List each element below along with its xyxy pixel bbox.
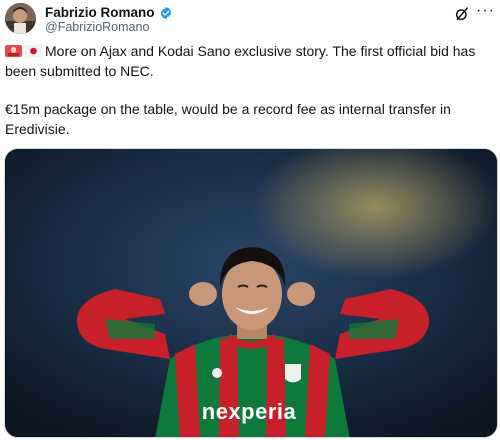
siren-emoji-icon	[5, 45, 22, 57]
more-options-icon[interactable]: ···	[476, 3, 495, 19]
verified-badge-icon	[160, 6, 171, 19]
tweet-paragraph-2: €15m package on the table, would be a re…	[5, 101, 451, 137]
author-name-line: Fabrizio Romano	[45, 5, 173, 20]
japan-flag-emoji-icon	[25, 45, 42, 57]
author-handle[interactable]: @FabrizioRomano	[45, 20, 149, 34]
author-display-name[interactable]: Fabrizio Romano	[45, 5, 155, 20]
shirt-sponsor-text: nexperia	[201, 399, 297, 424]
tweet-header: Fabrizio Romano @FabrizioRomano ···	[5, 3, 495, 35]
tweet-text: More on Ajax and Kodai Sano exclusive st…	[5, 41, 493, 139]
tweet-media-photo[interactable]: nexperia	[4, 148, 498, 438]
tweet-paragraph-1: More on Ajax and Kodai Sano exclusive st…	[5, 41, 493, 81]
avatar[interactable]	[5, 3, 36, 34]
football-player-photo	[5, 149, 497, 437]
grok-icon[interactable]	[454, 6, 470, 22]
tweet-paragraph-1-text: More on Ajax and Kodai Sano exclusive st…	[5, 43, 476, 79]
